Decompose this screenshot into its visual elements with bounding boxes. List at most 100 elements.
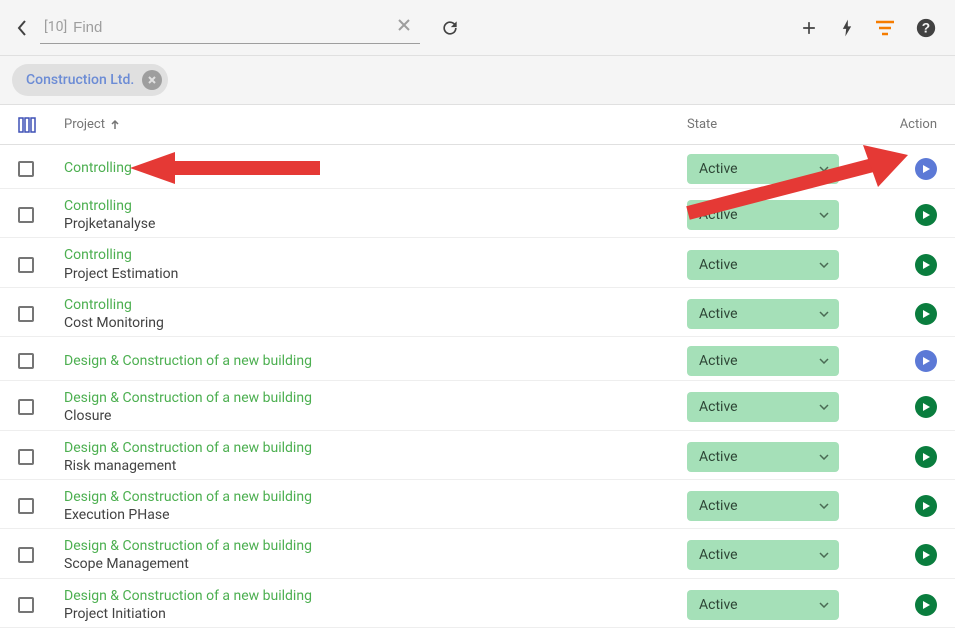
state-dropdown[interactable]: Active xyxy=(687,154,839,184)
project-header-label: Project xyxy=(64,117,105,132)
play-running-button[interactable] xyxy=(915,350,937,372)
table-header: Project State Action xyxy=(0,105,955,145)
state-dropdown[interactable]: Active xyxy=(687,250,839,280)
play-button[interactable] xyxy=(915,303,937,325)
project-parent-label: Design & Construction of a new building xyxy=(64,488,687,506)
project-parent-label: Controlling xyxy=(64,159,687,177)
play-button[interactable] xyxy=(915,204,937,226)
state-dropdown[interactable]: Active xyxy=(687,200,839,230)
action-column-header: Action xyxy=(877,117,937,132)
state-dropdown[interactable]: Active xyxy=(687,392,839,422)
filter-chip[interactable]: Construction Ltd. xyxy=(12,64,168,96)
row-checkbox[interactable] xyxy=(18,547,34,563)
project-child-label: Project Estimation xyxy=(64,265,687,283)
state-column-header[interactable]: State xyxy=(687,117,877,132)
play-icon xyxy=(921,210,931,220)
play-button[interactable] xyxy=(915,544,937,566)
chevron-down-icon xyxy=(819,358,829,364)
toolbar-right: ? xyxy=(799,17,943,39)
project-column-header[interactable]: Project xyxy=(46,117,687,132)
row-checkbox[interactable] xyxy=(18,207,34,223)
play-running-button[interactable] xyxy=(915,158,937,180)
state-dropdown[interactable]: Active xyxy=(687,346,839,376)
project-cell[interactable]: Design & Construction of a new buildingP… xyxy=(46,587,687,623)
play-icon xyxy=(921,260,931,270)
row-checkbox[interactable] xyxy=(18,498,34,514)
table-row: ControllingProject Estimation Active xyxy=(0,238,955,287)
state-label: Active xyxy=(699,161,738,177)
refresh-button[interactable] xyxy=(434,12,466,44)
project-cell[interactable]: Design & Construction of a new buildingS… xyxy=(46,537,687,573)
project-cell[interactable]: Controlling xyxy=(46,159,687,177)
search-count-prefix: [10] xyxy=(44,19,67,35)
search-input[interactable] xyxy=(73,19,392,36)
table-body: ControllingActiveControllingProjketanaly… xyxy=(0,145,955,628)
project-child-label: Closure xyxy=(64,407,687,425)
table-row: Design & Construction of a new building A… xyxy=(0,337,955,381)
chevron-down-icon xyxy=(819,602,829,608)
play-icon xyxy=(921,309,931,319)
project-cell[interactable]: Design & Construction of a new buildingE… xyxy=(46,488,687,524)
project-cell[interactable]: ControllingProjketanalyse xyxy=(46,197,687,233)
row-checkbox[interactable] xyxy=(18,399,34,415)
project-cell[interactable]: ControllingProject Estimation xyxy=(46,246,687,282)
state-dropdown[interactable]: Active xyxy=(687,491,839,521)
row-checkbox[interactable] xyxy=(18,306,34,322)
sort-asc-icon xyxy=(109,119,121,131)
row-checkbox[interactable] xyxy=(18,161,34,177)
svg-text:?: ? xyxy=(922,20,930,35)
project-cell[interactable]: Design & Construction of a new buildingR… xyxy=(46,439,687,475)
project-parent-label: Design & Construction of a new building xyxy=(64,439,687,457)
play-icon xyxy=(921,164,931,174)
state-label: Active xyxy=(699,306,738,322)
chevron-down-icon xyxy=(819,454,829,460)
project-cell[interactable]: Design & Construction of a new building xyxy=(46,352,687,370)
chip-label: Construction Ltd. xyxy=(26,72,134,88)
chevron-down-icon xyxy=(819,166,829,172)
state-label: Active xyxy=(699,547,738,563)
project-parent-label: Controlling xyxy=(64,246,687,264)
toolbar: [10] ? xyxy=(0,0,955,56)
state-label: Active xyxy=(699,449,738,465)
project-parent-label: Controlling xyxy=(64,296,687,314)
chevron-down-icon xyxy=(819,212,829,218)
chevron-down-icon xyxy=(819,503,829,509)
help-icon[interactable]: ? xyxy=(915,17,937,39)
active-filters-bar: Construction Ltd. xyxy=(0,56,955,105)
back-button[interactable] xyxy=(12,15,32,41)
project-cell[interactable]: ControllingCost Monitoring xyxy=(46,296,687,332)
play-button[interactable] xyxy=(915,254,937,276)
add-button[interactable] xyxy=(799,18,819,38)
play-button[interactable] xyxy=(915,495,937,517)
filter-icon[interactable] xyxy=(875,20,895,36)
project-child-label: Projketanalyse xyxy=(64,215,687,233)
state-dropdown[interactable]: Active xyxy=(687,299,839,329)
play-button[interactable] xyxy=(915,396,937,418)
state-dropdown[interactable]: Active xyxy=(687,590,839,620)
row-checkbox[interactable] xyxy=(18,597,34,613)
project-parent-label: Controlling xyxy=(64,197,687,215)
clear-search-icon[interactable] xyxy=(392,17,416,38)
state-dropdown[interactable]: Active xyxy=(687,442,839,472)
state-label: Active xyxy=(699,257,738,273)
chevron-down-icon xyxy=(819,262,829,268)
row-checkbox[interactable] xyxy=(18,449,34,465)
state-label: Active xyxy=(699,207,738,223)
bolt-icon[interactable] xyxy=(839,18,855,38)
project-cell[interactable]: Design & Construction of a new buildingC… xyxy=(46,389,687,425)
project-parent-label: Design & Construction of a new building xyxy=(64,352,687,370)
state-label: Active xyxy=(699,399,738,415)
chip-close-icon[interactable] xyxy=(142,70,162,90)
row-checkbox[interactable] xyxy=(18,353,34,369)
state-label: Active xyxy=(699,353,738,369)
play-icon xyxy=(921,501,931,511)
columns-settings-icon[interactable] xyxy=(18,117,46,133)
play-icon xyxy=(921,600,931,610)
project-parent-label: Design & Construction of a new building xyxy=(64,537,687,555)
play-button[interactable] xyxy=(915,446,937,468)
project-child-label: Risk management xyxy=(64,457,687,475)
row-checkbox[interactable] xyxy=(18,257,34,273)
state-dropdown[interactable]: Active xyxy=(687,540,839,570)
play-button[interactable] xyxy=(915,594,937,616)
table-row: Controlling Active xyxy=(0,145,955,189)
